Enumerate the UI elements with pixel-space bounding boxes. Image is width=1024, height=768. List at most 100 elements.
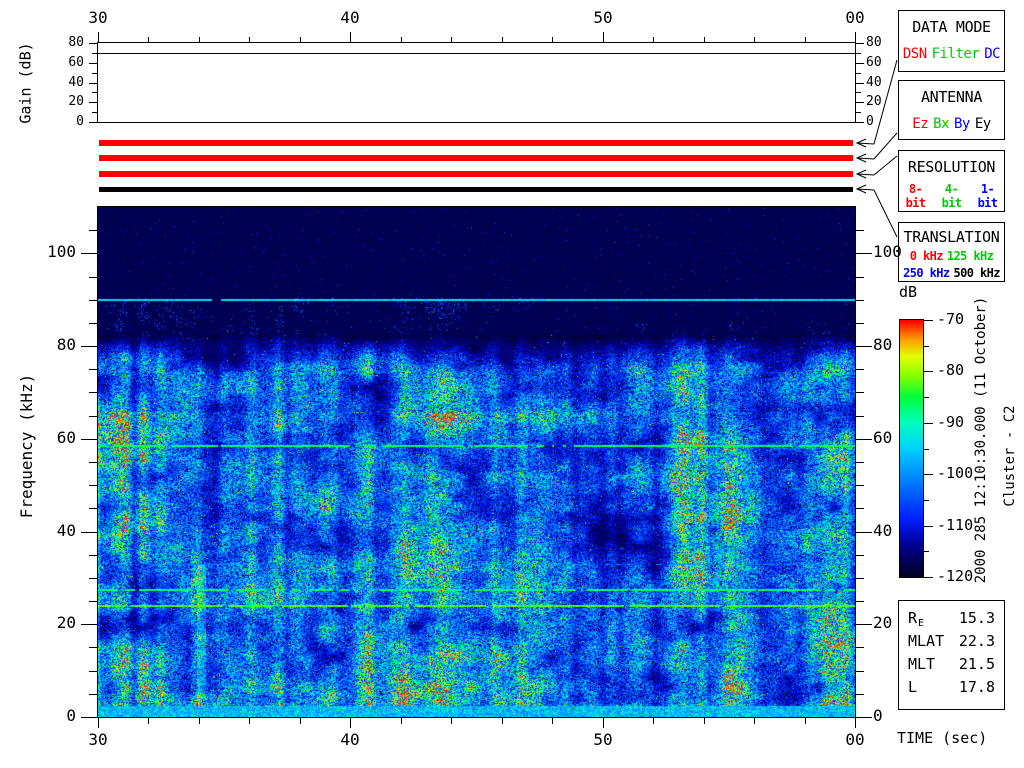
gain-major-tick-left xyxy=(89,83,97,84)
antenna-ez: Ez xyxy=(912,116,929,132)
translation-title: TRANSLATION xyxy=(903,228,1000,246)
time-minor-tick-bottom xyxy=(451,718,452,724)
time-minor-tick-top xyxy=(148,37,149,43)
ephemeris-box: RE 15.3 MLAT 22.3 MLT 21.5 L 17.8 xyxy=(898,600,1005,710)
arrow-left-icon xyxy=(855,132,898,163)
time-minor-tick-top xyxy=(552,37,553,43)
time-minor-tick-bottom xyxy=(199,718,200,724)
resolution-bar xyxy=(99,171,853,177)
gain-major-tick-right xyxy=(856,122,864,123)
freq-minor-tick-left xyxy=(89,647,97,648)
gain-minor-tick-left xyxy=(92,53,97,54)
time-minor-tick-bottom xyxy=(148,718,149,724)
antenna-title: ANTENNA xyxy=(920,88,983,106)
colorbar-major-tick xyxy=(924,320,933,321)
time-minor-tick-bottom xyxy=(552,718,553,724)
gain-major-tick-right xyxy=(856,83,864,84)
freq-tick-label-left: 60 xyxy=(56,428,76,447)
gain-level-line xyxy=(98,53,855,54)
gain-major-tick-left xyxy=(89,43,97,44)
freq-minor-tick-left xyxy=(89,671,97,672)
freq-minor-tick-right xyxy=(856,392,864,393)
freq-minor-tick-right xyxy=(856,578,864,579)
freq-minor-tick-left xyxy=(89,485,97,486)
time-minor-tick-bottom xyxy=(754,718,755,724)
ephemeris-row-l: L 17.8 xyxy=(899,675,1004,698)
time-major-tick-bottom xyxy=(98,718,99,728)
colorbar-minor-tick xyxy=(924,346,929,347)
colorbar-unit-label: dB xyxy=(899,283,918,301)
gain-tick-label-right: 40 xyxy=(866,75,882,90)
gain-major-tick-left xyxy=(89,63,97,64)
time-minor-tick-top xyxy=(704,37,705,43)
colorbar-major-tick xyxy=(924,526,933,527)
time-minor-tick-top xyxy=(451,37,452,43)
freq-minor-tick-left xyxy=(89,462,97,463)
antenna-ey: Ey xyxy=(974,116,991,132)
gain-tick-label-right: 60 xyxy=(866,55,882,70)
time-tick-label-top: 40 xyxy=(340,8,360,27)
translation-0khz: 0 kHz xyxy=(909,249,944,263)
gain-tick-label-left: 60 xyxy=(68,55,84,70)
data-mode-dc: DC xyxy=(984,46,1001,62)
resolution-4bit: 4-bit xyxy=(941,182,962,210)
freq-major-tick-right xyxy=(856,624,872,625)
spectrogram-canvas xyxy=(98,207,855,717)
ephemeris-value: 15.3 xyxy=(958,608,995,627)
ephemeris-label: L xyxy=(908,677,918,696)
freq-minor-tick-right xyxy=(856,647,864,648)
time-tick-label-bottom: 00 xyxy=(845,730,865,749)
gain-minor-tick-right xyxy=(856,73,861,74)
time-tick-label-top: 30 xyxy=(88,8,108,27)
antenna-bar xyxy=(99,155,853,161)
ephemeris-row-mlt: MLT 21.5 xyxy=(899,652,1004,675)
gain-panel-frame xyxy=(97,42,856,123)
colorbar-minor-tick xyxy=(924,449,929,450)
freq-minor-tick-right xyxy=(856,485,864,486)
gain-minor-tick-left xyxy=(92,112,97,113)
ephemeris-value: 22.3 xyxy=(958,631,995,650)
translation-125khz: 125 kHz xyxy=(946,249,994,263)
freq-tick-label-right: 20 xyxy=(873,613,893,632)
gain-minor-tick-left xyxy=(92,92,97,93)
freq-minor-tick-right xyxy=(856,601,864,602)
freq-minor-tick-right xyxy=(856,671,864,672)
freq-tick-label-left: 100 xyxy=(47,242,76,261)
translation-values-row2: 250 kHz 500 kHz xyxy=(899,266,1004,280)
freq-minor-tick-right xyxy=(856,277,864,278)
time-tick-label-top: 50 xyxy=(593,8,613,27)
translation-500khz: 500 kHz xyxy=(953,266,1001,280)
gain-minor-tick-right xyxy=(856,53,861,54)
gain-tick-label-left: 40 xyxy=(68,75,84,90)
freq-major-tick-left xyxy=(81,624,97,625)
time-minor-tick-top xyxy=(249,37,250,43)
colorbar-minor-tick xyxy=(924,500,929,501)
freq-minor-tick-right xyxy=(856,323,864,324)
gain-tick-label-right: 20 xyxy=(866,94,882,109)
translation-bar xyxy=(99,187,853,192)
colorbar-major-tick xyxy=(924,474,933,475)
freq-tick-label-right: 80 xyxy=(873,335,893,354)
gain-major-tick-right xyxy=(856,63,864,64)
time-minor-tick-top xyxy=(502,37,503,43)
freq-tick-label-right: 100 xyxy=(873,242,902,261)
translation-values-row1: 0 kHz 125 kHz xyxy=(899,249,1004,263)
timestamp-annotation: 2000 285 12:10:30.000 (11 October) xyxy=(973,296,989,584)
ephemeris-value: 17.8 xyxy=(958,677,995,696)
data-mode-values: DSN Filter DC xyxy=(899,46,1004,62)
time-minor-tick-bottom xyxy=(653,718,654,724)
colorbar-tick-label: -70 xyxy=(937,310,965,328)
colorbar-tick-label: -80 xyxy=(937,361,965,379)
time-minor-tick-top xyxy=(754,37,755,43)
translation-250khz: 250 kHz xyxy=(903,266,950,280)
frequency-axis-label: Frequency (kHz) xyxy=(17,373,36,519)
freq-major-tick-right xyxy=(856,439,872,440)
freq-minor-tick-left xyxy=(89,508,97,509)
gain-tick-label-left: 20 xyxy=(68,94,84,109)
ephemeris-label: MLT xyxy=(908,654,936,673)
freq-major-tick-left xyxy=(81,532,97,533)
ephemeris-label: MLAT xyxy=(908,631,945,650)
antenna-box: ANTENNA Ez Bx By Ey xyxy=(898,80,1005,140)
freq-minor-tick-left xyxy=(89,694,97,695)
resolution-title: RESOLUTION xyxy=(907,158,996,176)
